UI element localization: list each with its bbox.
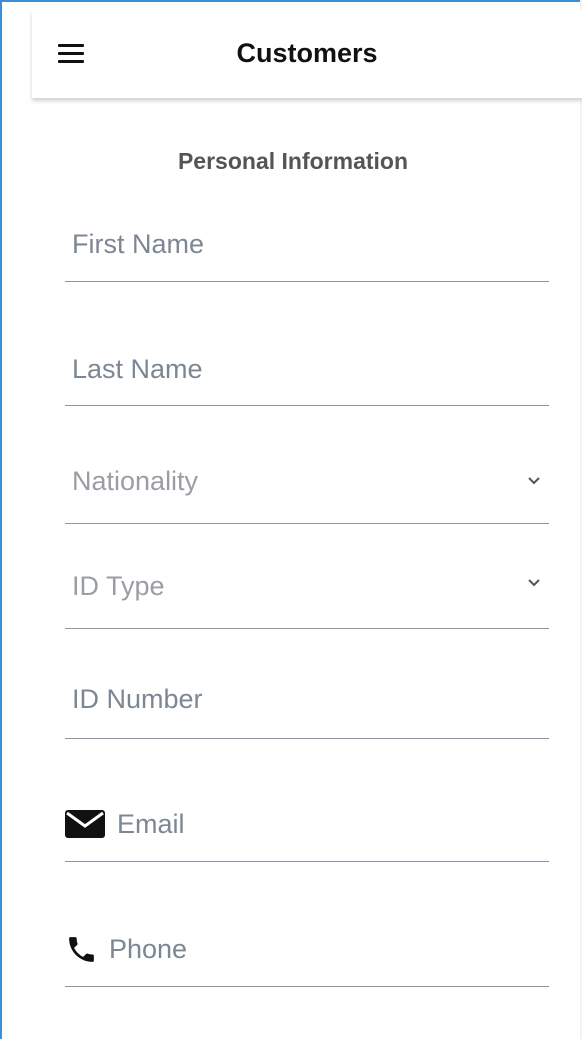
- phone-input[interactable]: [109, 932, 549, 966]
- nationality-placeholder: Nationality: [72, 466, 199, 496]
- id-number-field: [65, 672, 549, 739]
- last-name-input[interactable]: [72, 352, 549, 386]
- envelope-icon: [65, 810, 105, 838]
- id-number-input[interactable]: [72, 682, 549, 716]
- app-frame: Customers Personal Information Nationali…: [0, 0, 582, 1039]
- chevron-down-icon: [528, 579, 540, 587]
- first-name-input[interactable]: [72, 227, 549, 261]
- page-title: Customers: [236, 38, 378, 68]
- id-type-select[interactable]: ID Type: [65, 562, 549, 629]
- first-name-field: [65, 217, 549, 282]
- phone-field: [65, 916, 549, 987]
- last-name-field: [65, 342, 549, 406]
- app-bar: Customers: [32, 10, 582, 98]
- chevron-down-icon: [528, 477, 540, 485]
- email-field: [65, 795, 549, 862]
- email-input[interactable]: [117, 807, 549, 841]
- section-title: Personal Information: [177, 148, 409, 174]
- id-type-placeholder: ID Type: [72, 571, 165, 601]
- nationality-select[interactable]: Nationality: [65, 454, 549, 524]
- phone-icon: [69, 937, 94, 962]
